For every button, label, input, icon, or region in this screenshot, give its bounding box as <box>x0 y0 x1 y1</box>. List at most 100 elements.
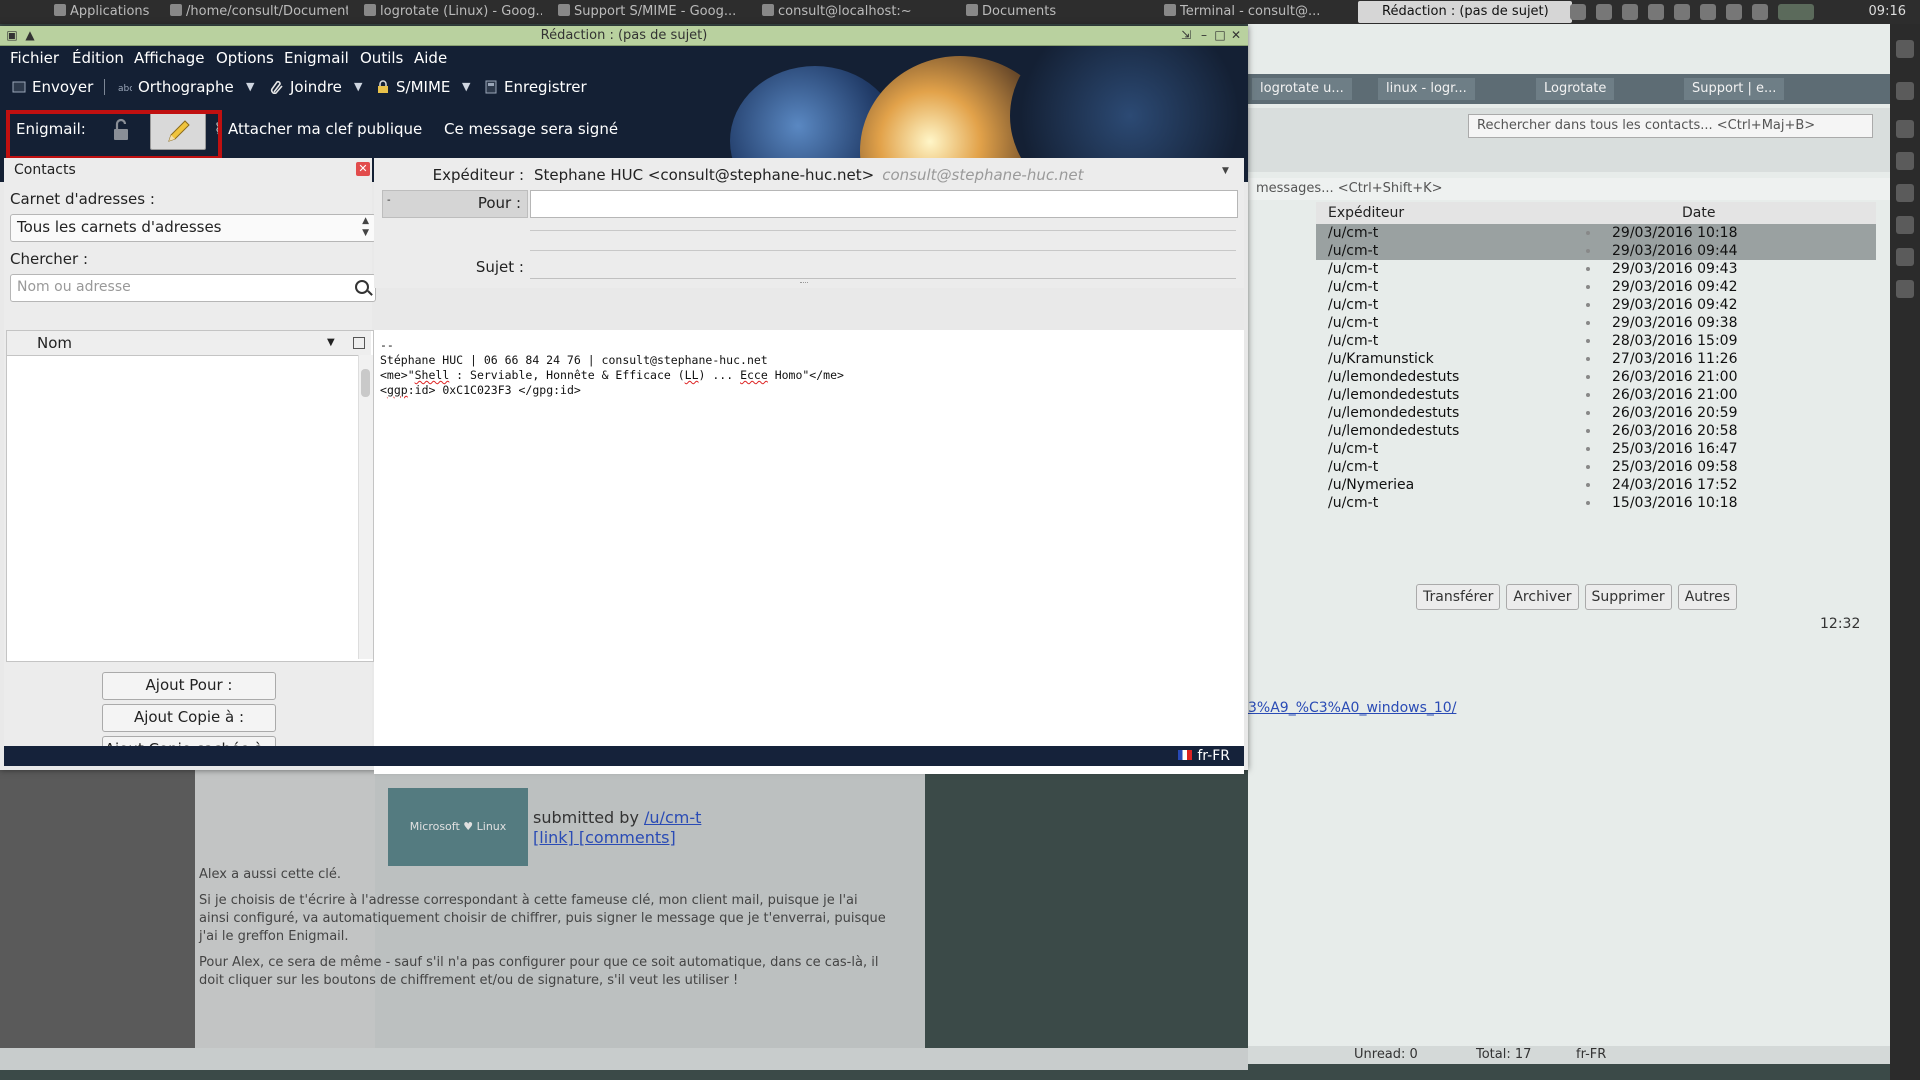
table-row[interactable]: /u/cm-t 29/03/2016 09:43 <box>1316 260 1876 278</box>
scrollbar-thumb[interactable] <box>361 369 370 397</box>
contact-search-input[interactable]: Nom ou adresse <box>10 274 376 302</box>
table-row[interactable]: /u/cm-t 29/03/2016 09:42 <box>1316 278 1876 296</box>
table-row[interactable]: /u/cm-t 29/03/2016 09:44 <box>1316 242 1876 260</box>
table-row[interactable]: /u/Nymeriea 24/03/2016 17:52 <box>1316 476 1876 494</box>
table-row[interactable]: /u/cm-t 15/03/2016 10:18 <box>1316 494 1876 512</box>
taskbar-active-compose[interactable]: Rédaction : (pas de sujet) <box>1358 1 1572 23</box>
menu-fichier[interactable]: Fichier <box>10 46 59 70</box>
read-status-icon[interactable] <box>1586 501 1590 505</box>
attach-dropdown-icon[interactable]: ▼ <box>354 72 362 102</box>
dock-settings-icon[interactable] <box>1896 184 1914 202</box>
table-row[interactable]: /u/lemondedestuts 26/03/2016 21:00 <box>1316 368 1876 386</box>
tray-power-icon[interactable] <box>1752 4 1768 20</box>
smime-dropdown-icon[interactable]: ▼ <box>462 72 470 102</box>
tray-monitor-icon[interactable] <box>1674 4 1690 20</box>
taskbar-item[interactable]: /home/consult/Documents/... <box>168 0 348 24</box>
tray-cpu-icon[interactable] <box>1700 4 1716 20</box>
close-icon[interactable]: ✕ <box>1230 29 1242 41</box>
menu-options[interactable]: Options <box>216 46 274 70</box>
dock-terminal-icon[interactable] <box>1896 280 1914 298</box>
read-status-icon[interactable] <box>1586 393 1590 397</box>
bg-col-date[interactable]: Date <box>1682 202 1715 224</box>
read-status-icon[interactable] <box>1586 447 1590 451</box>
taskbar-item[interactable]: logrotate (Linux) - Goog... <box>362 0 542 24</box>
contacts-list[interactable]: Nom ▼ <box>6 330 374 662</box>
from-dropdown-icon[interactable]: ▼ <box>1222 166 1229 176</box>
panel-clock[interactable]: 09:16 <box>1869 0 1906 24</box>
table-row[interactable]: /u/cm-t 29/03/2016 09:38 <box>1316 314 1876 332</box>
read-status-icon[interactable] <box>1586 285 1590 289</box>
smime-button[interactable]: S/MIME <box>376 72 450 102</box>
dock-files-icon[interactable] <box>1896 216 1914 234</box>
message-body-editor[interactable]: -- Stéphane HUC | 06 66 84 24 76 | consu… <box>374 330 1244 774</box>
read-status-icon[interactable] <box>1586 231 1590 235</box>
splitter-grip[interactable] <box>800 282 808 285</box>
minimize-icon[interactable]: – <box>1198 29 1210 41</box>
table-row[interactable]: /u/cm-t 25/03/2016 09:58 <box>1316 458 1876 476</box>
from-select[interactable]: Stephane HUC <consult@stephane-huc.net> c… <box>534 166 1083 184</box>
add-cc-button[interactable]: Ajout Copie à : <box>102 704 276 732</box>
bg-article-link[interactable]: 3%A9_%C3%A0_windows_10/ <box>1248 700 1456 716</box>
bg-tab[interactable]: logrotate u... <box>1252 78 1352 100</box>
add-to-button[interactable]: Ajout Pour : <box>102 672 276 700</box>
menu-affichage[interactable]: Affichage <box>134 46 204 70</box>
bg-col-sender[interactable]: Expéditeur <box>1328 202 1404 224</box>
tray-workspace-icon[interactable] <box>1778 4 1814 20</box>
spelling-button[interactable]: abc Orthographe <box>118 72 234 102</box>
read-status-icon[interactable] <box>1586 339 1590 343</box>
table-row[interactable]: /u/cm-t 29/03/2016 10:18 <box>1316 224 1876 242</box>
table-row[interactable]: /u/lemondedestuts 26/03/2016 21:00 <box>1316 386 1876 404</box>
read-status-icon[interactable] <box>1586 375 1590 379</box>
taskbar-item[interactable]: Terminal - consult@... <box>1162 0 1342 24</box>
read-status-icon[interactable] <box>1586 303 1590 307</box>
tray-bluetooth-icon[interactable] <box>1570 4 1586 20</box>
menu-aide[interactable]: Aide <box>414 46 447 70</box>
column-name[interactable]: Nom <box>37 331 72 355</box>
table-row[interactable]: /u/Kramunstick 27/03/2016 11:26 <box>1316 350 1876 368</box>
read-status-icon[interactable] <box>1586 267 1590 271</box>
table-row[interactable]: /u/cm-t 29/03/2016 09:42 <box>1316 296 1876 314</box>
menu-outils[interactable]: Outils <box>360 46 403 70</box>
column-picker-icon[interactable] <box>353 337 365 349</box>
author-link[interactable]: /u/cm-t <box>644 808 701 827</box>
bg-delete-button[interactable]: Supprimer <box>1584 584 1672 610</box>
bg-filter-input[interactable]: messages... <Ctrl+Shift+K> <box>1248 178 1890 200</box>
article-thumbnail[interactable]: Microsoft ♥ Linux <box>388 788 528 866</box>
bg-forward-button[interactable]: Transférer <box>1416 584 1501 610</box>
table-row[interactable]: /u/lemondedestuts 26/03/2016 20:58 <box>1316 422 1876 440</box>
read-status-icon[interactable] <box>1586 321 1590 325</box>
menu-enigmail[interactable]: Enigmail <box>284 46 349 70</box>
bg-archive-button[interactable]: Archiver <box>1506 584 1579 610</box>
read-status-icon[interactable] <box>1586 429 1590 433</box>
bg-tab[interactable]: Logrotate <box>1536 78 1615 100</box>
table-row[interactable]: /u/lemondedestuts 26/03/2016 20:59 <box>1316 404 1876 422</box>
table-row[interactable]: /u/cm-t 25/03/2016 16:47 <box>1316 440 1876 458</box>
spelling-dropdown-icon[interactable]: ▼ <box>246 72 254 102</box>
menu-edition[interactable]: Édition <box>72 46 124 70</box>
comments-link[interactable]: [comments] <box>579 828 676 847</box>
contacts-scrollbar[interactable] <box>358 355 373 659</box>
attach-public-key-button[interactable]: ⌇ Attacher ma clef publique <box>214 120 422 138</box>
bg-lang[interactable]: fr-FR <box>1576 1046 1606 1064</box>
table-row[interactable]: /u/cm-t 28/03/2016 15:09 <box>1316 332 1876 350</box>
dock-app-icon[interactable] <box>1896 40 1914 58</box>
addressbook-select[interactable]: Tous les carnets d'adresses ▲ ▼ <box>10 214 376 242</box>
taskbar-item[interactable]: Support S/MIME - Goog... <box>556 0 736 24</box>
compose-titlebar[interactable]: ▣ ▲ Rédaction : (pas de sujet) ⇲ – □ ✕ <box>0 26 1248 46</box>
save-button[interactable]: Enregistrer <box>484 72 587 102</box>
link-link[interactable]: [link] <box>533 828 574 847</box>
dock-mail-icon[interactable] <box>1896 152 1914 170</box>
bg-more-button[interactable]: Autres <box>1677 584 1737 610</box>
tray-volume-icon[interactable] <box>1648 4 1664 20</box>
read-status-icon[interactable] <box>1586 249 1590 253</box>
keep-above-icon[interactable]: ⇲ <box>1180 29 1192 41</box>
recipient-row-empty[interactable] <box>530 230 1236 231</box>
language-indicator[interactable]: fr-FR <box>1178 746 1230 766</box>
contacts-close-icon[interactable]: ✕ <box>356 162 370 176</box>
search-icon[interactable] <box>355 280 369 294</box>
read-status-icon[interactable] <box>1586 465 1590 469</box>
bg-tab[interactable]: Support | e... <box>1684 78 1785 100</box>
dock-app-icon[interactable] <box>1896 82 1914 100</box>
send-button[interactable]: Envoyer <box>12 72 93 102</box>
tray-shield-icon[interactable] <box>1726 4 1742 20</box>
